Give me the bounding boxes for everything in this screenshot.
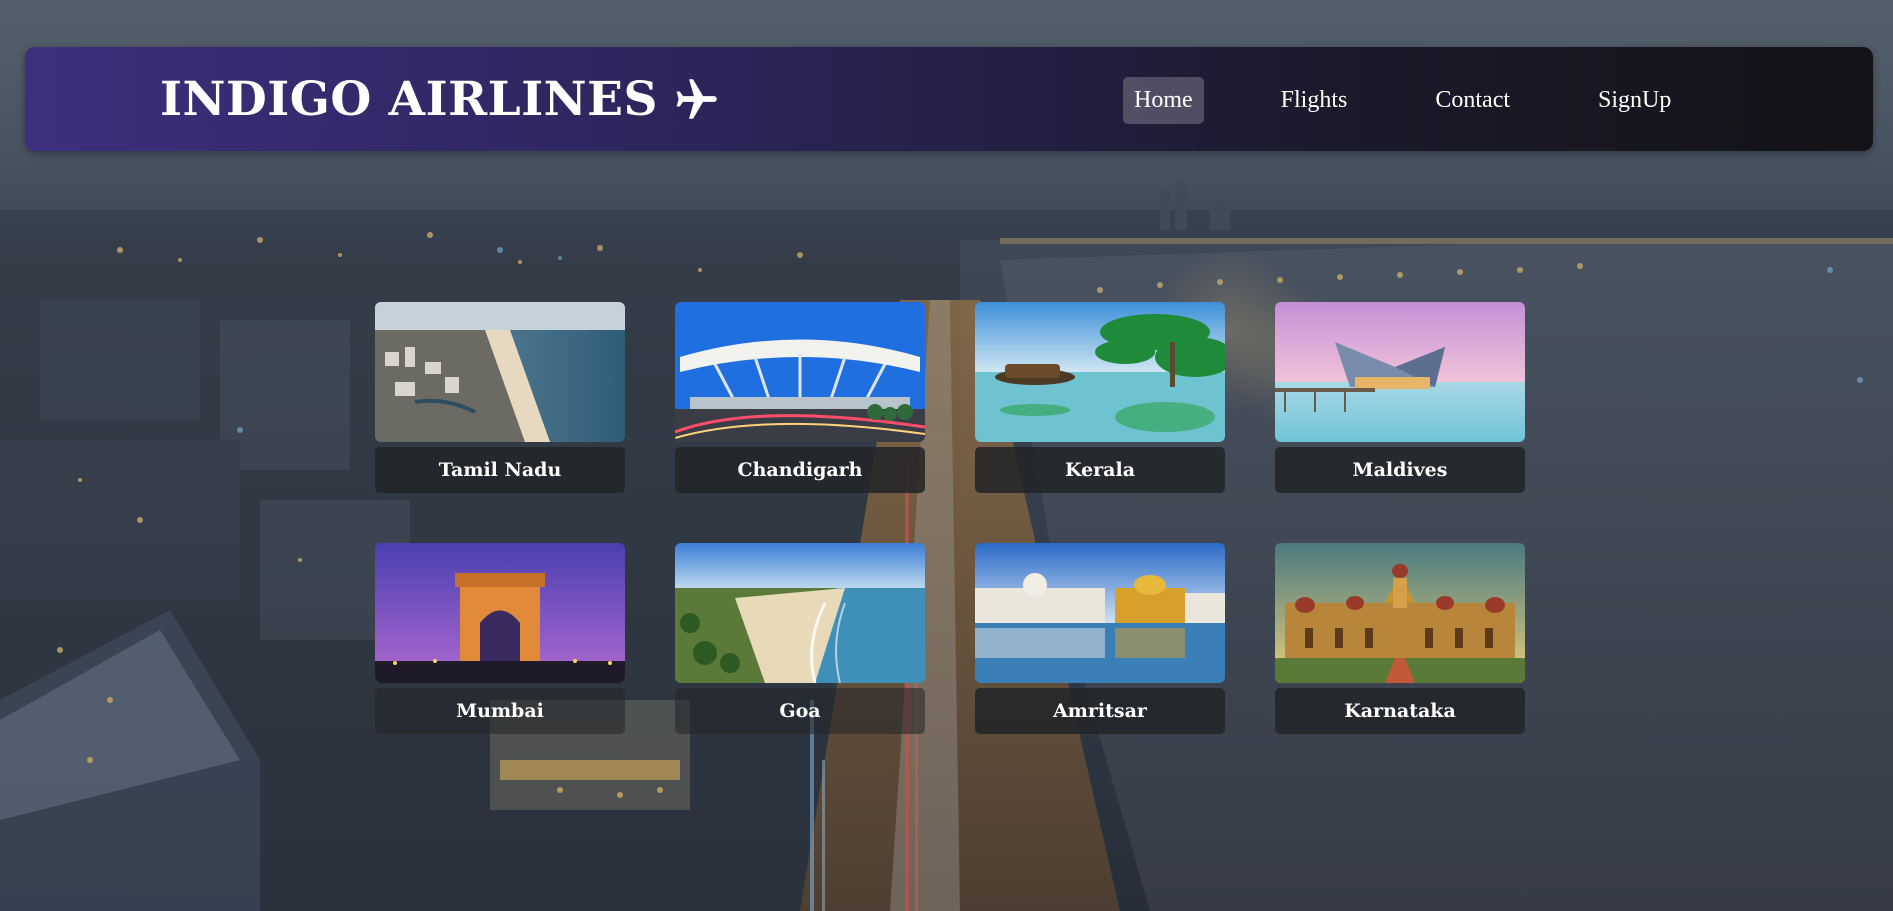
airplane-icon: [676, 79, 717, 119]
destination-label: Karnataka: [1275, 688, 1525, 734]
nav-flights[interactable]: Flights: [1270, 77, 1359, 124]
beach-photo: [675, 543, 925, 683]
gateway-arch-photo: [375, 543, 625, 683]
nav-menu: Home Flights Contact SignUp: [1123, 75, 1682, 125]
destination-label: Mumbai: [375, 688, 625, 734]
destination-label: Maldives: [1275, 447, 1525, 493]
coastline-photo: [375, 302, 625, 442]
destination-card-amritsar[interactable]: Amritsar: [975, 543, 1225, 734]
destination-card-karnataka[interactable]: Karnataka: [1275, 543, 1525, 734]
nav-home[interactable]: Home: [1123, 76, 1204, 124]
navbar: INDIGO AIRLINES Home Flights Contact Sig…: [25, 47, 1873, 151]
palm-lagoon-photo: [975, 302, 1225, 442]
destination-card-maldives[interactable]: Maldives: [1275, 302, 1525, 493]
destination-card-mumbai[interactable]: Mumbai: [375, 543, 625, 734]
destination-label: Goa: [675, 688, 925, 734]
destination-label: Amritsar: [975, 688, 1225, 734]
destination-grid: Tamil Nadu Chandigarh Kerala Maldives Mu…: [375, 302, 1525, 734]
water-villa-photo: [1275, 302, 1525, 442]
destination-card-tamil-nadu[interactable]: Tamil Nadu: [375, 302, 625, 493]
brand-title: INDIGO AIRLINES: [160, 71, 658, 127]
destination-card-chandigarh[interactable]: Chandigarh: [675, 302, 925, 493]
brand-logo[interactable]: INDIGO AIRLINES: [160, 69, 722, 129]
destination-card-goa[interactable]: Goa: [675, 543, 925, 734]
destination-label: Chandigarh: [675, 447, 925, 493]
nav-contact[interactable]: Contact: [1424, 77, 1521, 124]
destination-label: Tamil Nadu: [375, 447, 625, 493]
destination-label: Kerala: [975, 447, 1225, 493]
palace-photo: [1275, 543, 1525, 683]
golden-temple-photo: [975, 543, 1225, 683]
page: INDIGO AIRLINES Home Flights Contact Sig…: [0, 0, 1893, 911]
nav-signup[interactable]: SignUp: [1587, 77, 1682, 124]
destination-card-kerala[interactable]: Kerala: [975, 302, 1225, 493]
airport-photo: [675, 302, 925, 442]
